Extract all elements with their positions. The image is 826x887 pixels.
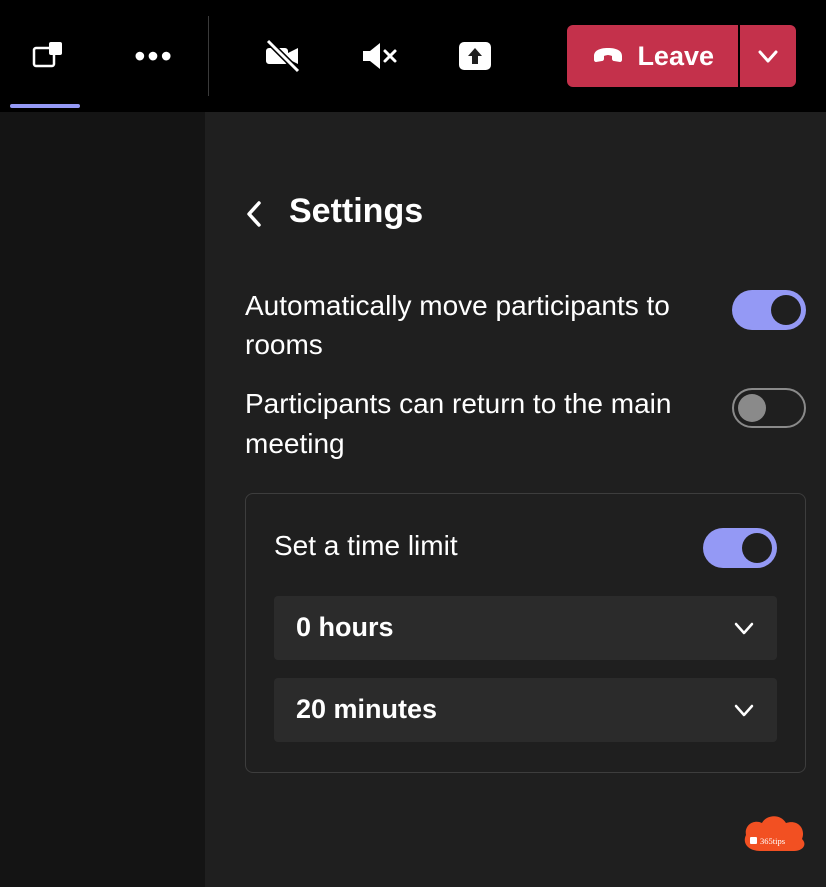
time-limit-card: Set a time limit 0 hours 20 minutes bbox=[245, 493, 806, 773]
leave-button[interactable]: Leave bbox=[567, 25, 738, 87]
return-to-main-label: Participants can return to the main meet… bbox=[245, 384, 675, 462]
auto-move-toggle[interactable] bbox=[732, 290, 806, 330]
breakout-rooms-button[interactable] bbox=[20, 28, 76, 84]
camera-off-icon bbox=[263, 36, 303, 76]
toolbar-media-controls bbox=[255, 28, 503, 84]
toolbar-divider bbox=[208, 16, 209, 96]
time-limit-toggle[interactable] bbox=[703, 528, 777, 568]
minutes-dropdown[interactable]: 20 minutes bbox=[274, 678, 777, 742]
leave-button-group: Leave bbox=[567, 25, 796, 87]
share-up-arrow-icon bbox=[455, 36, 495, 76]
auto-move-label: Automatically move participants to rooms bbox=[245, 286, 675, 364]
meeting-toolbar: ••• bbox=[0, 0, 826, 112]
auto-move-participants-row: Automatically move participants to rooms bbox=[245, 286, 806, 364]
svg-text:365tips: 365tips bbox=[760, 836, 785, 846]
hours-dropdown[interactable]: 0 hours bbox=[274, 596, 777, 660]
toolbar-left-group: ••• bbox=[20, 0, 182, 112]
365tips-watermark: 365tips bbox=[740, 811, 808, 859]
cloud-badge-icon: 365tips bbox=[740, 811, 808, 859]
hangup-icon bbox=[591, 39, 625, 73]
share-screen-button[interactable] bbox=[447, 28, 503, 84]
back-button[interactable] bbox=[245, 200, 269, 224]
settings-header: Settings bbox=[245, 192, 806, 231]
active-tab-indicator bbox=[10, 104, 80, 108]
speaker-toggle-button[interactable] bbox=[351, 28, 407, 84]
left-sidebar bbox=[0, 112, 205, 887]
return-to-main-toggle[interactable] bbox=[732, 388, 806, 428]
more-dots-icon: ••• bbox=[134, 38, 174, 75]
more-actions-button[interactable]: ••• bbox=[126, 28, 182, 84]
minutes-value: 20 minutes bbox=[296, 694, 437, 725]
leave-options-button[interactable] bbox=[740, 25, 796, 87]
main-area: Settings Automatically move participants… bbox=[0, 112, 826, 887]
camera-toggle-button[interactable] bbox=[255, 28, 311, 84]
settings-panel: Settings Automatically move participants… bbox=[205, 112, 826, 887]
hours-value: 0 hours bbox=[296, 612, 394, 643]
chevron-left-icon bbox=[245, 200, 263, 228]
chevron-down-icon bbox=[733, 699, 755, 721]
time-limit-header: Set a time limit bbox=[274, 524, 777, 568]
chevron-down-icon bbox=[757, 45, 779, 67]
chevron-down-icon bbox=[733, 617, 755, 639]
time-limit-label: Set a time limit bbox=[274, 530, 458, 562]
speaker-muted-icon bbox=[359, 36, 399, 76]
settings-title: Settings bbox=[289, 192, 423, 231]
leave-label: Leave bbox=[637, 41, 714, 72]
breakout-rooms-icon bbox=[32, 40, 64, 72]
return-to-main-row: Participants can return to the main meet… bbox=[245, 384, 806, 462]
